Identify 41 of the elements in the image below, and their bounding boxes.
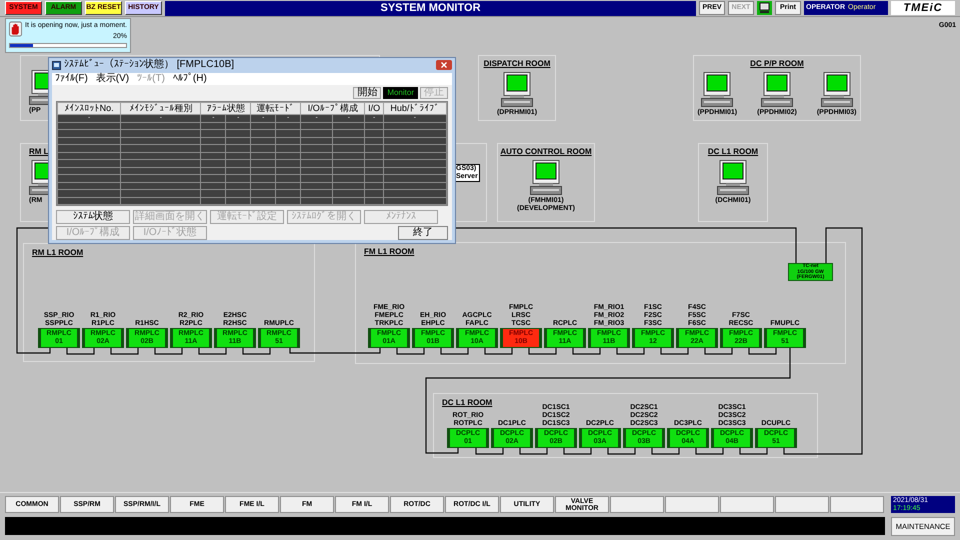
- menu-item[interactable]: 表示(V): [96, 72, 130, 84]
- column-header: 運転ﾓｰﾄﾞ: [250, 102, 301, 114]
- blank-tab[interactable]: [775, 496, 829, 513]
- monitor-button-icon[interactable]: [757, 1, 772, 15]
- start-button[interactable]: 開始: [353, 86, 382, 98]
- column-header: ﾒｲﾝｽﾛｯﾄNo.: [58, 102, 121, 114]
- column-header: ｱﾗｰﾑ状態: [200, 102, 251, 114]
- computer-icon: [716, 160, 749, 196]
- app-icon: [52, 60, 61, 70]
- computer-icon: [820, 72, 853, 108]
- stop-hand-icon: [9, 21, 22, 37]
- room-title: DC P/P ROOM: [750, 58, 804, 70]
- blank-tab[interactable]: [830, 496, 884, 513]
- column-header: I/Oﾙｰﾌﾟ構成: [300, 102, 365, 114]
- room-title: RM L: [29, 146, 49, 158]
- room-title: DISPATCH ROOM: [484, 58, 550, 70]
- computer-icon: [530, 160, 562, 196]
- blank-tab[interactable]: [610, 496, 664, 513]
- monitor-indicator: Monitor: [383, 86, 418, 98]
- menu-item[interactable]: ﾌｧｲﾙ(F): [55, 72, 88, 84]
- computer-icon: [701, 72, 734, 108]
- room-title: DC L1 ROOM: [708, 146, 758, 158]
- column-header: I/O: [364, 102, 384, 114]
- title-bar: SYSTEM MONITOR: [165, 0, 696, 16]
- blank-tab[interactable]: [720, 496, 774, 513]
- close-button[interactable]: [436, 60, 452, 70]
- room-title: RM L1 ROOM: [32, 247, 84, 259]
- dialog-title: ｼｽﾃﾑﾋﾞｭｰ（ｽﾃｰｼｮﾝ状態） [FMPLC10B]: [64, 59, 236, 72]
- blank-tab[interactable]: [665, 496, 719, 513]
- room-title: DC L1 ROOM: [442, 397, 492, 409]
- room-title: FM L1 ROOM: [364, 246, 414, 258]
- column-header: ﾒｲﾝﾓｼﾞｭｰﾙ種別: [120, 102, 201, 114]
- exit-button[interactable]: 終了: [398, 226, 448, 240]
- computer-icon: [501, 72, 533, 108]
- column-header: Hub/ﾄﾞﾗｲﾌﾞ: [383, 102, 446, 114]
- logo: TMEiC: [891, 1, 955, 15]
- menu-item[interactable]: ﾍﾙﾌﾟ(H): [172, 72, 207, 84]
- dialog-button[interactable]: ｼｽﾃﾑ状態: [56, 210, 130, 224]
- computer-icon: [761, 72, 793, 108]
- close-icon: [441, 62, 447, 68]
- room-title: AUTO CONTROL ROOM: [500, 146, 592, 158]
